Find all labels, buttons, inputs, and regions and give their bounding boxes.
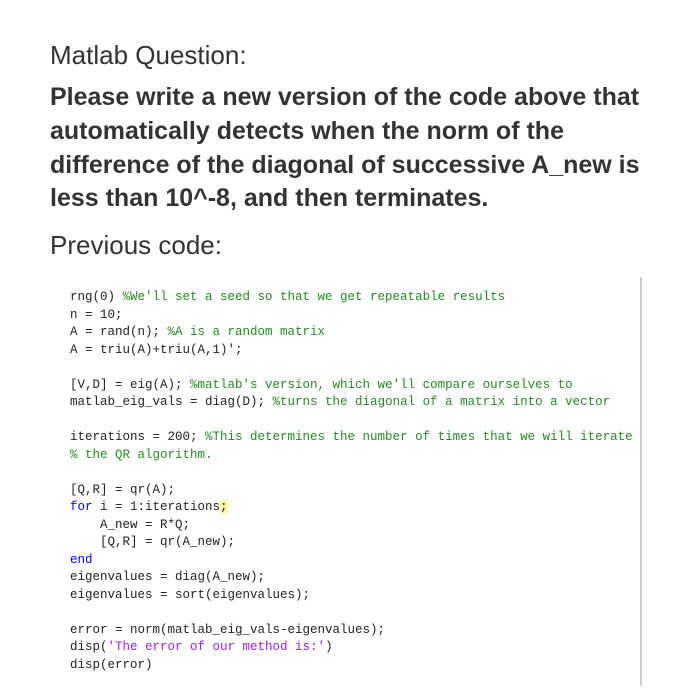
code-line: eigenvalues = diag(A_new); [70, 570, 265, 584]
code-line: disp( [70, 640, 108, 654]
code-line: eigenvalues = sort(eigenvalues); [70, 588, 310, 602]
code-line: A = rand(n); [70, 325, 168, 339]
code-line: [Q,R] = qr(A); [70, 483, 175, 497]
code-comment: %This determines the number of times tha… [205, 430, 633, 444]
code-line: rng(0) [70, 290, 123, 304]
code-line: [V,D] = eig(A); [70, 378, 190, 392]
question-text: Please write a new version of the code a… [50, 81, 642, 216]
code-block: rng(0) %We'll set a seed so that we get … [50, 277, 642, 686]
code-line: iterations = 200; [70, 430, 205, 444]
code-line: error = norm(matlab_eig_vals-eigenvalues… [70, 623, 385, 637]
code-line: matlab_eig_vals = diag(D); [70, 395, 273, 409]
code-line: disp(error) [70, 658, 153, 672]
code-keyword: end [70, 553, 93, 567]
code-line: A = triu(A)+triu(A,1)'; [70, 343, 243, 357]
code-line: [Q,R] = qr(A_new); [70, 535, 235, 549]
code-line: A_new = R*Q; [70, 518, 190, 532]
code-line: n = 10; [70, 308, 123, 322]
code-highlight: ; [220, 500, 228, 514]
code-comment: %We'll set a seed so that we get repeata… [123, 290, 506, 304]
code-comment: %A is a random matrix [168, 325, 326, 339]
previous-code-label: Previous code: [50, 230, 642, 261]
page-title: Matlab Question: [50, 40, 642, 71]
code-comment: %turns the diagonal of a matrix into a v… [273, 395, 611, 409]
code-comment: %matlab's version, which we'll compare o… [190, 378, 573, 392]
code-line: i = 1:iterations [93, 500, 221, 514]
code-string: 'The error of our method is:' [108, 640, 326, 654]
code-comment: % the QR algorithm. [70, 448, 213, 462]
code-line: ) [325, 640, 333, 654]
code-keyword: for [70, 500, 93, 514]
